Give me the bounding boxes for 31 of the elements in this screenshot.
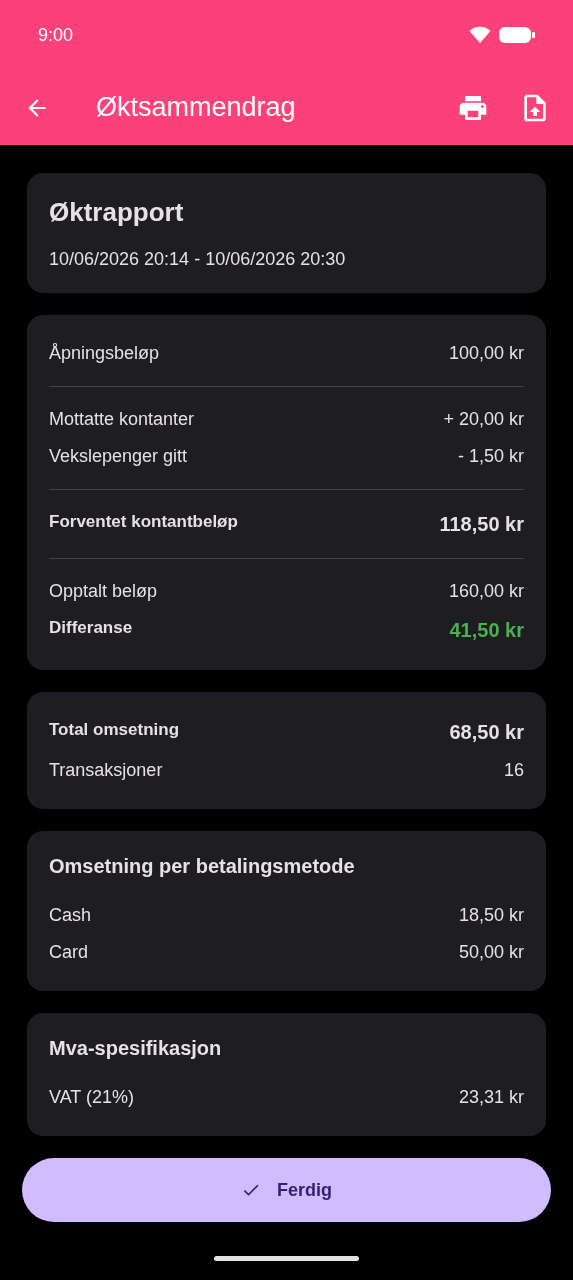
row-label: Forventet kontantbeløp [49, 511, 238, 533]
card-title: Omsetning per betalingsmetode [49, 854, 356, 879]
battery-icon [499, 26, 535, 44]
row-value: 68,50 kr [449, 720, 524, 745]
row-value: - 1,50 kr [457, 445, 524, 468]
done-button[interactable]: Ferdig [22, 1158, 551, 1222]
wifi-icon [469, 26, 491, 44]
row-label: Card [49, 941, 88, 964]
row-label: VAT (21%) [49, 1086, 135, 1109]
row-value: 50,00 kr [458, 941, 524, 964]
row-value: 23,31 kr [458, 1086, 524, 1109]
row-label: Mottatte kontanter [49, 408, 195, 431]
row-label: Åpningsbeløp [49, 342, 160, 365]
status-time: 9:00 [38, 23, 74, 47]
row-value: + 20,00 kr [443, 408, 524, 431]
row-value: 160,00 kr [448, 580, 524, 603]
row-value: 16 [503, 759, 524, 782]
row-value: 118,50 kr [439, 512, 524, 537]
row-label: Differanse [49, 617, 133, 639]
row-value: 41,50 kr [449, 618, 524, 643]
screen-title: Øktsammendrag [96, 91, 297, 125]
session-period: 10/06/2026 20:14 - 10/06/2026 20:30 [49, 248, 347, 271]
card-title: Mva-spesifikasjon [49, 1036, 223, 1061]
row-label: Opptalt beløp [49, 580, 158, 603]
row-label: Vekslepenger gitt [49, 445, 188, 468]
row-value: 100,00 kr [448, 342, 524, 365]
row-label: Total omsetning [49, 719, 179, 741]
row-label: Cash [49, 904, 92, 927]
row-label: Transaksjoner [49, 759, 163, 782]
card-title: Øktrapport [49, 196, 185, 229]
row-value: 18,50 kr [458, 904, 524, 927]
